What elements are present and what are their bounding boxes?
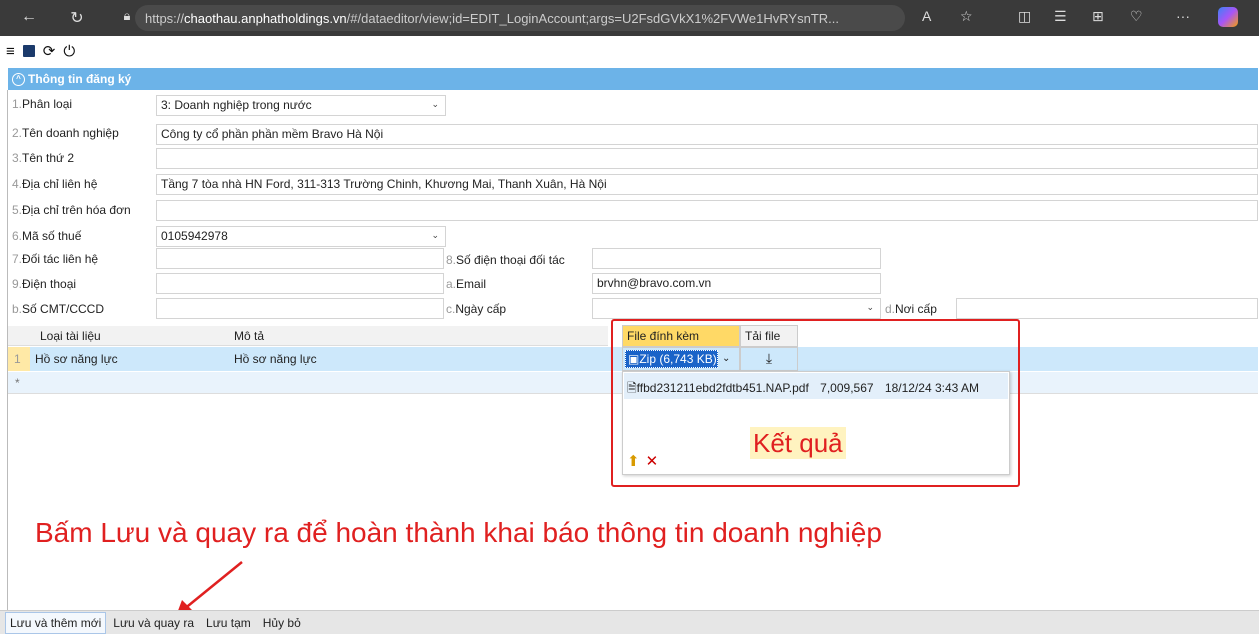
ten-thu-2-field[interactable]: [156, 148, 1258, 169]
url-path: /#/dataeditor/view;id=EDIT_LoginAccount;…: [346, 10, 839, 26]
chevron-down-icon: ⌄: [431, 99, 439, 109]
read-aloud-icon[interactable]: A: [922, 8, 931, 24]
menu-icon[interactable]: ≡: [6, 43, 15, 60]
label-dia-chi-lien-he: 4.Địa chỉ liên hệ: [12, 177, 98, 191]
label-doi-tac: 7.Đối tác liên hệ: [12, 252, 99, 266]
result-annotation: Kết quả: [750, 427, 846, 459]
label-cmt: b.Số CMT/CCCD: [12, 302, 105, 316]
label-ngay-cap: c.Ngày cấp: [446, 302, 507, 316]
sdt-doi-tac-field[interactable]: [592, 248, 881, 269]
label-dia-chi-hoa-don: 5.Địa chỉ trên hóa đơn: [12, 203, 131, 217]
save-and-new-button[interactable]: Lưu và thêm mới: [5, 611, 107, 634]
favorites-bar-icon[interactable]: ☰: [1054, 8, 1067, 25]
grid-header: Loại tài liệu Mô tả: [8, 326, 608, 346]
save-and-back-button[interactable]: Lưu và quay ra: [108, 612, 199, 634]
dia-chi-lien-he-field[interactable]: Tầng 7 tòa nhà HN Ford, 311-313 Trường C…: [156, 174, 1258, 195]
ten-doanh-nghiep-field[interactable]: Công ty cổ phần phần mềm Bravo Hà Nội: [156, 124, 1258, 145]
favorite-icon[interactable]: ☆: [960, 8, 973, 25]
ma-so-thue-select[interactable]: 0105942978 ⌄: [156, 226, 446, 247]
phan-loai-select[interactable]: 3: Doanh nghiệp trong nước ⌄: [156, 95, 446, 116]
extensions-icon[interactable]: ♡: [1130, 8, 1143, 25]
address-bar[interactable]: https://chaothau.anphatholdings.vn/#/dat…: [135, 5, 905, 31]
dien-thoai-field[interactable]: [156, 273, 444, 294]
highlight-box: [611, 319, 1020, 487]
cmt-field[interactable]: [156, 298, 444, 319]
noi-cap-field[interactable]: [956, 298, 1258, 319]
row-number: 1: [8, 347, 30, 371]
dia-chi-hoa-don-field[interactable]: [156, 200, 1258, 221]
app-toolbar: ≡ ⟳ ⏻: [0, 36, 1259, 66]
reload-icon[interactable]: ↻: [62, 8, 92, 28]
copilot-icon[interactable]: [1218, 7, 1238, 27]
chevron-down-icon: ⌄: [866, 302, 874, 312]
chevron-down-icon: ⌄: [431, 230, 439, 240]
instruction-annotation: Bấm Lưu và quay ra để hoàn thành khai bá…: [35, 517, 882, 548]
label-email: a.Email: [446, 277, 487, 291]
power-icon[interactable]: ⏻: [63, 43, 75, 60]
collapse-icon[interactable]: ^: [12, 72, 25, 86]
ngay-cap-field[interactable]: ⌄: [592, 298, 881, 319]
section-header[interactable]: ^ Thông tin đăng ký: [8, 68, 1258, 90]
label-sdt-doi-tac: 8.Số điện thoại đối tác: [446, 253, 565, 267]
collections-icon[interactable]: ⊞: [1092, 8, 1104, 25]
save-draft-button[interactable]: Lưu tạm: [201, 612, 256, 634]
cell-desc[interactable]: Hồ sơ năng lực: [234, 352, 317, 366]
col-header-desc[interactable]: Mô tả: [234, 329, 264, 343]
col-header-type[interactable]: Loại tài liệu: [40, 329, 101, 343]
url-prefix: https://: [145, 10, 185, 26]
email-field[interactable]: brvhn@bravo.com.vn: [592, 273, 881, 294]
url-host: chaothau.anphatholdings.vn: [184, 10, 347, 26]
section-title: Thông tin đăng ký: [28, 72, 132, 86]
cell-type[interactable]: Hồ sơ năng lực: [35, 352, 118, 366]
new-row-marker: *: [15, 376, 20, 390]
refresh-icon[interactable]: ⟳: [43, 42, 56, 60]
label-ten-doanh-nghiep: 2.Tên doanh nghiệp: [12, 126, 119, 140]
label-noi-cap: d.Nơi cấp: [885, 302, 937, 316]
back-icon[interactable]: ←: [14, 8, 44, 26]
label-ma-so-thue: 6.Mã số thuế: [12, 229, 82, 243]
more-icon[interactable]: ···: [1176, 8, 1190, 24]
split-screen-icon[interactable]: ◫: [1018, 8, 1031, 25]
save-icon[interactable]: [22, 45, 35, 57]
label-ten-thu-2: 3.Tên thứ 2: [12, 151, 75, 165]
doi-tac-field[interactable]: [156, 248, 444, 269]
action-bar: Lưu và thêm mới Lưu và quay ra Lưu tạm H…: [0, 610, 1259, 634]
label-phan-loai: 1.Phân loại: [12, 97, 73, 111]
label-dien-thoai: 9.Điện thoại: [12, 277, 77, 291]
browser-toolbar: ← ↻ 🔒︎ https://chaothau.anphatholdings.v…: [0, 0, 1259, 36]
cancel-button[interactable]: Hủy bỏ: [258, 612, 306, 634]
